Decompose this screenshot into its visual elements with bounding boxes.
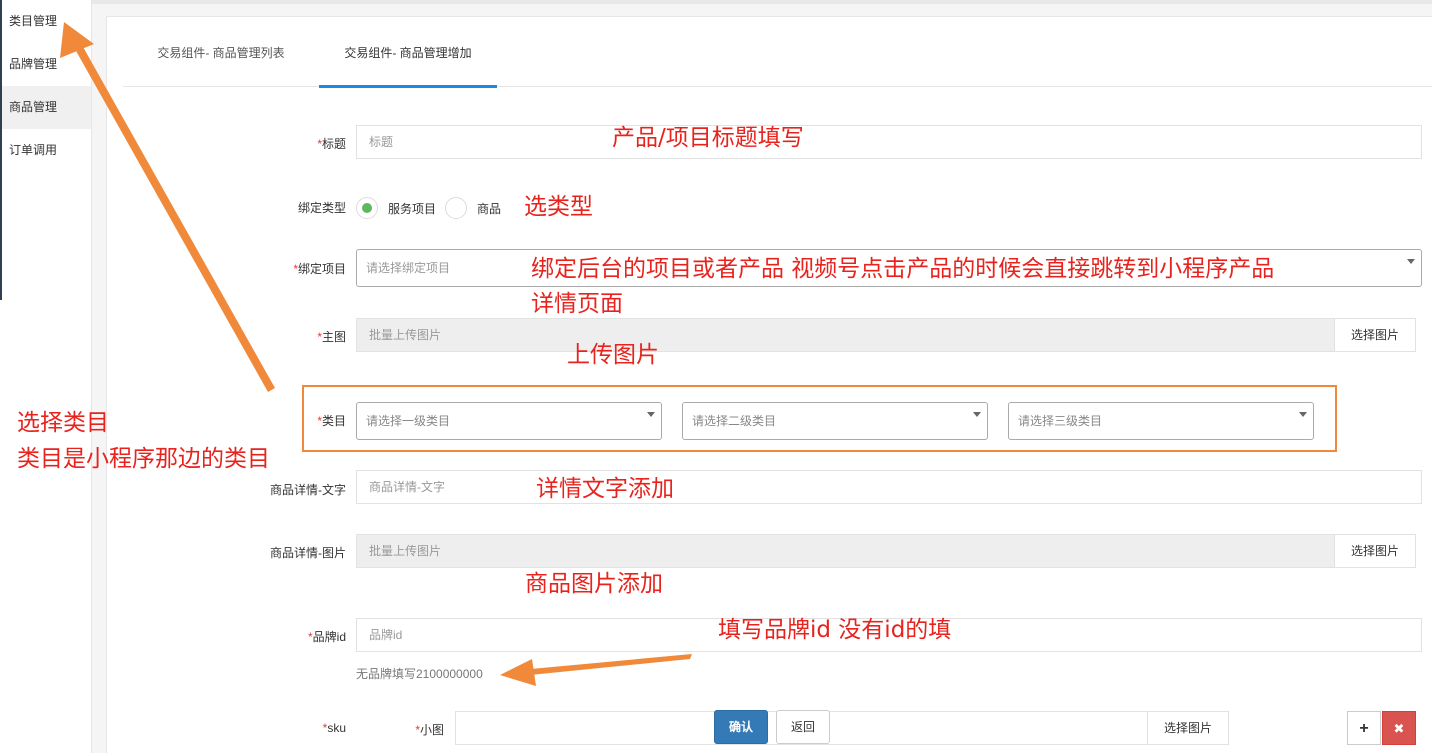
brand-id-hint: 无品牌填写2100000000	[356, 667, 483, 681]
detail-text-label: 商品详情-文字	[270, 483, 346, 497]
annotation-detail-text: 详情文字添加	[536, 476, 674, 502]
sidebar-item-brand[interactable]: 品牌管理	[0, 43, 91, 86]
sidebar-edge	[0, 0, 2, 300]
top-divider	[92, 0, 1432, 4]
annotation-bind-line2: 详情页面	[531, 291, 623, 317]
annotation-brand: 填写品牌id 没有id的填	[718, 617, 952, 643]
title-input[interactable]	[356, 125, 1422, 159]
main-image-pick-button[interactable]: 选择图片	[1334, 318, 1416, 352]
detail-image-label: 商品详情-图片	[270, 546, 346, 560]
radio-product-label: 商品	[477, 202, 502, 216]
annotation-type: 选类型	[524, 194, 593, 220]
sidebar-item-product[interactable]: 商品管理	[0, 86, 91, 129]
gutter	[92, 0, 106, 753]
sidebar-item-order[interactable]: 订单调用	[0, 129, 91, 172]
radio-service-label: 服务项目	[388, 202, 437, 216]
bind-type-label: 绑定类型	[297, 201, 346, 215]
detail-text-input[interactable]	[356, 470, 1422, 504]
confirm-button[interactable]: 确认	[714, 710, 768, 744]
bind-item-label: *绑定项目	[293, 262, 346, 276]
brand-id-label: *品牌id	[307, 630, 346, 644]
sku-pick-image-button[interactable]: 选择图片	[1147, 711, 1229, 745]
add-sku-button[interactable]: +	[1347, 711, 1381, 745]
back-button[interactable]: 返回	[776, 710, 830, 744]
sku-small-image-field[interactable]	[455, 711, 1229, 745]
sku-small-image-label: *小图	[415, 723, 444, 737]
remove-sku-button[interactable]: ✖	[1382, 711, 1416, 745]
tab-product-list[interactable]: 交易组件- 商品管理列表	[141, 35, 301, 87]
main-image-upload[interactable]: 批量上传图片	[356, 318, 1336, 352]
chevron-down-icon	[1407, 259, 1415, 264]
detail-image-pick-button[interactable]: 选择图片	[1334, 534, 1416, 568]
radio-product[interactable]	[445, 197, 467, 219]
sidebar-item-category[interactable]: 类目管理	[0, 0, 91, 43]
annotation-upload: 上传图片	[567, 342, 659, 368]
annotation-category-line1: 选择类目	[17, 410, 109, 436]
main-image-label: *主图	[317, 330, 346, 344]
annotation-bind-line1: 绑定后台的项目或者产品 视频号点击产品的时候会直接跳转到小程序产品	[531, 256, 1275, 282]
tab-product-add[interactable]: 交易组件- 商品管理增加	[319, 35, 497, 88]
tab-bar: 交易组件- 商品管理列表 交易组件- 商品管理增加	[123, 35, 1432, 88]
annotation-title: 产品/项目标题填写	[612, 125, 804, 151]
sidebar: 类目管理 品牌管理 商品管理 订单调用	[0, 0, 92, 753]
radio-service[interactable]	[356, 197, 378, 219]
bind-item-placeholder: 请选择绑定项目	[366, 261, 451, 275]
category-highlight-box	[302, 385, 1337, 452]
detail-image-upload[interactable]: 批量上传图片	[356, 534, 1336, 568]
annotation-category-line2: 类目是小程序那边的类目	[17, 446, 270, 472]
annotation-detail-image: 商品图片添加	[525, 571, 663, 597]
title-label: *标题	[317, 137, 346, 151]
